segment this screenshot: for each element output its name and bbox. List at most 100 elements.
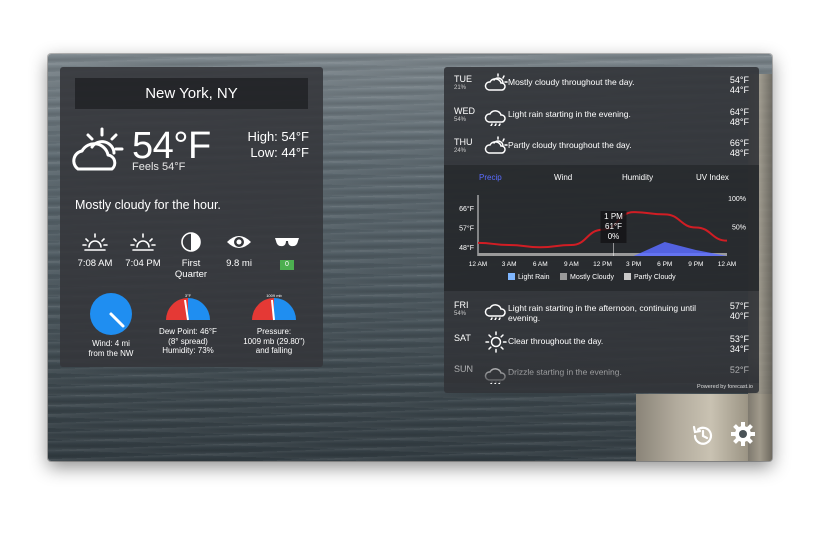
day-low: 48°F xyxy=(729,148,749,158)
stat-uv: 0 xyxy=(261,232,313,270)
sunrise-label: 7:08 AM xyxy=(77,258,113,269)
dew-label-3: Humidity: 73% xyxy=(162,346,214,355)
day-name: SAT xyxy=(454,333,471,343)
eye-icon xyxy=(227,236,251,248)
day-low: 40°F xyxy=(729,311,749,321)
day-high: 64°F xyxy=(729,107,749,117)
high-temp: High: 54°F xyxy=(247,129,309,144)
rain-icon xyxy=(484,304,506,320)
legend-label: Partly Cloudy xyxy=(634,274,676,281)
day-low: 48°F xyxy=(729,117,749,127)
tooltip-text: 61°F xyxy=(605,222,622,231)
day-summary: Light rain starting in the afternoon, co… xyxy=(508,303,697,323)
day-temps: 64°F 48°F xyxy=(730,107,749,127)
legend-label: Mostly Cloudy xyxy=(570,274,614,281)
low-temp: Low: 44°F xyxy=(250,145,309,160)
x-tick: 12 AM xyxy=(469,261,487,268)
tooltip-text: 0% xyxy=(608,232,620,241)
stats-row: 7:08 AM 7:04 PM First Quarter 9.8 mi 0 xyxy=(60,232,323,292)
sun-icon xyxy=(485,331,507,353)
day-name: THU xyxy=(454,137,473,147)
sunset-icon xyxy=(130,233,156,251)
day-summary: Mostly cloudy throughout the day. xyxy=(508,77,635,87)
x-tick: 12 PM xyxy=(593,261,612,268)
powered-by[interactable]: Powered by forecast.io xyxy=(697,384,753,390)
feels-like: Feels 54°F xyxy=(132,161,186,173)
pressure-label-3: and falling xyxy=(255,346,293,355)
y-tick-right: 100% xyxy=(728,196,746,203)
legend-label: Light Rain xyxy=(518,274,550,281)
day-summary: Partly cloudy throughout the day. xyxy=(508,140,632,150)
day-precip-chance: 54% xyxy=(454,117,467,123)
moon-half-icon xyxy=(181,232,201,252)
y-tick-left: 66°F xyxy=(459,205,474,213)
legend-swatch xyxy=(624,273,631,280)
sunset-label: 7:04 PM xyxy=(125,258,161,269)
day-name: WED xyxy=(454,106,475,116)
uv-badge: 0 xyxy=(280,260,294,270)
dew-label-2: (8° spread) xyxy=(168,336,208,346)
day-precip-chance: 24% xyxy=(454,148,467,154)
x-tick: 3 AM xyxy=(502,261,517,268)
wind-label-2: from the NW xyxy=(88,348,134,358)
stat-sunset: 7:04 PM xyxy=(117,232,169,269)
y-tick-left: 57°F xyxy=(459,225,474,233)
app-window: New York, NY 54°F Feels 54°F High: 54°F … xyxy=(48,54,772,461)
legend-swatch xyxy=(508,273,515,280)
stat-moon: First Quarter xyxy=(165,232,217,280)
partly-cloudy-icon xyxy=(72,127,124,171)
day-high: 54°F xyxy=(729,75,749,85)
dew-label-1: Dew Point: 46°F xyxy=(159,327,217,336)
rain-icon xyxy=(484,110,506,126)
day-name: TUE xyxy=(454,74,472,84)
forecast-day-row[interactable]: SAT Clear throughout the day. 53°F 34°F xyxy=(444,328,759,359)
day-temps: 54°F 44°F xyxy=(730,75,749,95)
day-low: 34°F xyxy=(729,344,749,354)
pressure-dial: 1009 mb Pressure: 1009 mb (29.80") and f… xyxy=(232,292,316,356)
dials-row: Wind: 4 mi from the NW 3°F Dew Point: 46… xyxy=(60,292,323,364)
x-tick: 6 AM xyxy=(533,261,548,268)
day-low: 44°F xyxy=(729,85,749,95)
pressure-label-1: Pressure: xyxy=(256,327,292,336)
x-tick: 12 AM xyxy=(718,261,736,268)
partly-cloudy-icon xyxy=(484,136,508,154)
day-summary: Clear throughout the day. xyxy=(508,336,604,346)
x-tick: 6 PM xyxy=(657,261,672,268)
pressure-label-2: 1009 mb (29.80") xyxy=(243,336,305,346)
day-precip-chance: 21% xyxy=(454,85,467,91)
stat-visibility: 9.8 mi xyxy=(213,232,265,269)
wind-label-1: Wind: 4 mi xyxy=(92,339,130,348)
dew-point-dial: 3°F Dew Point: 46°F (8° spread) Humidity… xyxy=(150,292,226,356)
uv-label: 0 xyxy=(285,261,289,268)
hourly-chart: Precip Wind Humidity UV Index 66°F 57°F 48… xyxy=(444,165,759,291)
high-low: High: 54°F Low: 44°F xyxy=(247,129,309,161)
dew-gauge-top: 3°F xyxy=(185,293,192,298)
day-name: FRI xyxy=(454,300,469,310)
day-temps: 53°F 34°F xyxy=(730,334,749,354)
history-icon[interactable] xyxy=(690,423,716,449)
day-precip-chance: 54% xyxy=(454,311,467,317)
sunrise-icon xyxy=(82,233,108,251)
partly-cloudy-icon xyxy=(484,73,508,91)
day-high: 53°F xyxy=(729,334,749,344)
x-tick: 9 AM xyxy=(564,261,579,268)
forecast-day-row[interactable]: TUE 21% Mostly cloudy throughout the day. 5… xyxy=(444,69,759,100)
current-conditions-panel: New York, NY 54°F Feels 54°F High: 54°F … xyxy=(60,67,323,367)
location-title[interactable]: New York, NY xyxy=(75,78,308,109)
forecast-panel: TUE 21% Mostly cloudy throughout the day. 5… xyxy=(444,67,759,393)
pressure-gauge-icon: 1009 mb xyxy=(252,293,296,321)
day-temps: 57°F 40°F xyxy=(730,301,749,321)
forecast-day-row[interactable]: WED 54% Light rain starting in the evening… xyxy=(444,101,759,132)
sunglasses-icon xyxy=(275,238,299,247)
forecast-day-row[interactable]: THU 24% Partly cloudy throughout the day. 6… xyxy=(444,132,759,163)
chart-plot: 66°F 57°F 48°F 100% 50% 12 AM 3 AM 6 AM 9 AM 12 P… xyxy=(459,195,746,281)
gear-icon[interactable] xyxy=(730,421,756,447)
wind-dial-icon xyxy=(90,293,132,335)
tooltip-text: 1 PM xyxy=(604,212,623,221)
y-tick-right: 50% xyxy=(732,225,746,232)
forecast-day-row[interactable]: FRI 54% Light rain starting in the afterno… xyxy=(444,295,759,326)
day-high: 57°F xyxy=(729,301,749,311)
wind-dial: Wind: 4 mi from the NW xyxy=(75,292,147,358)
x-tick: 9 PM xyxy=(688,261,703,268)
dew-gauge-icon: 3°F xyxy=(166,293,210,321)
